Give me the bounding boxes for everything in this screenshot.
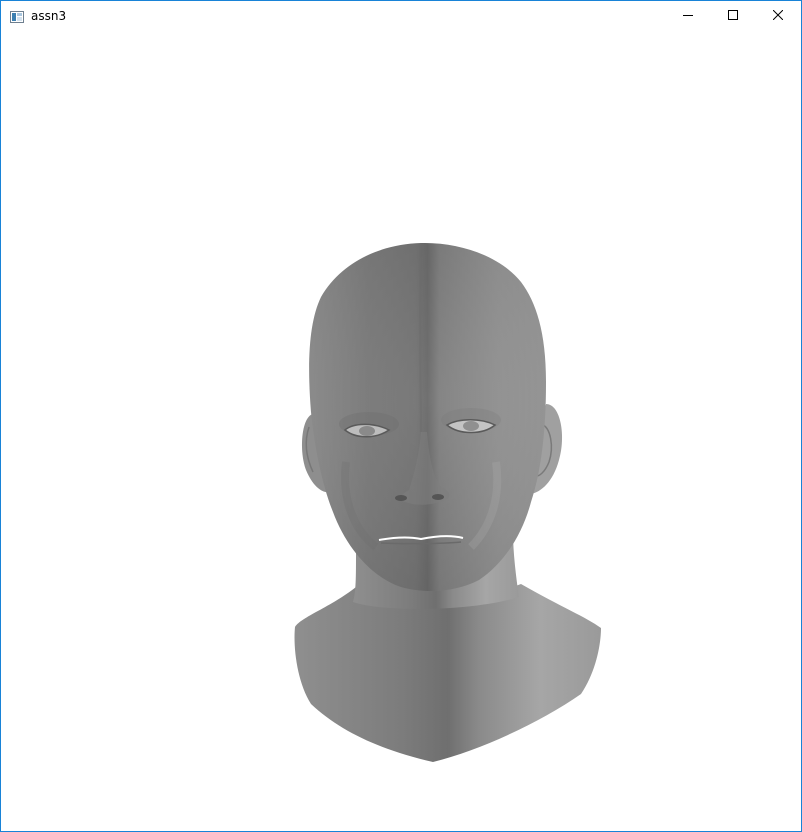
app-window: assn3 <box>0 0 802 832</box>
head-model <box>294 242 601 762</box>
render-area[interactable] <box>1 32 801 831</box>
close-icon <box>772 7 784 25</box>
window-title: assn3 <box>31 9 67 23</box>
close-button[interactable] <box>755 1 801 31</box>
app-window-icon <box>10 10 24 23</box>
minimize-button[interactable] <box>665 1 711 31</box>
title-bar[interactable]: assn3 <box>1 1 801 32</box>
maximize-icon <box>728 7 738 25</box>
minimize-icon <box>683 7 693 25</box>
maximize-button[interactable] <box>710 1 756 31</box>
opengl-viewport[interactable] <box>1 32 801 831</box>
